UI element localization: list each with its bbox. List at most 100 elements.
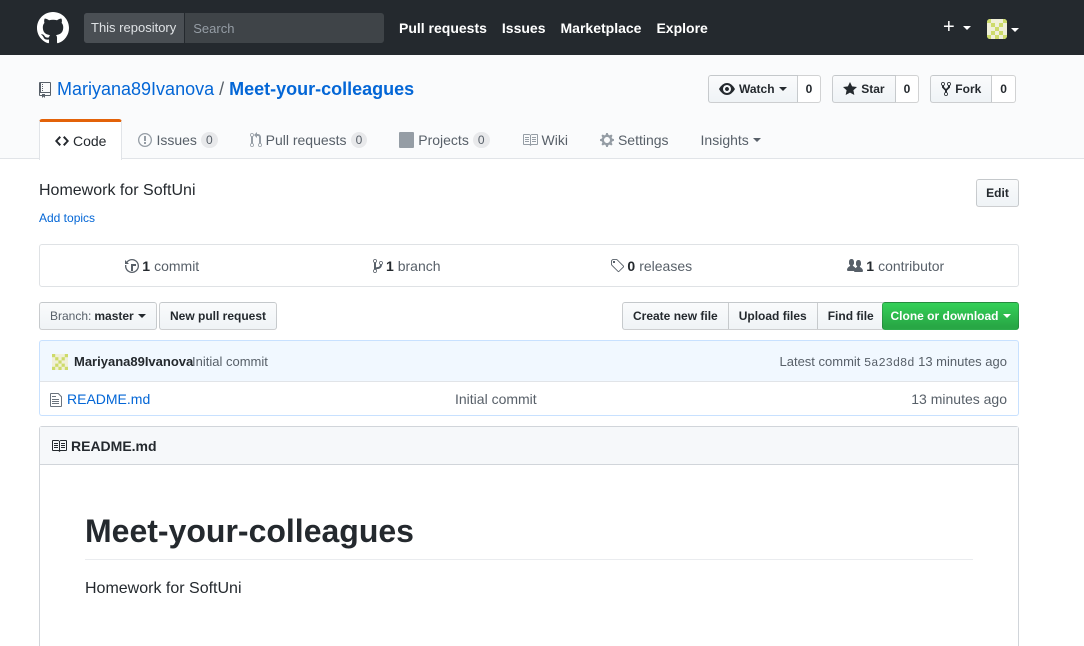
- identicon-icon: [987, 19, 1007, 39]
- watch-caret-icon: [778, 87, 787, 91]
- add-topics-link[interactable]: Add topics: [39, 211, 95, 225]
- branch-select-button[interactable]: Branch: master: [39, 302, 157, 330]
- star-icon: [843, 82, 858, 95]
- repo-nav: Code Issues 0 Pull requests 0 Projects 0…: [39, 119, 777, 160]
- watch-count[interactable]: 0: [797, 75, 822, 103]
- tab-settings-label: Settings: [617, 131, 669, 148]
- tab-settings[interactable]: Settings: [584, 119, 685, 159]
- watch-label: Watch: [739, 82, 775, 96]
- tab-pull-requests-label: Pull requests: [265, 131, 347, 148]
- edit-description-button[interactable]: Edit: [976, 179, 1019, 207]
- header-search: This repository: [84, 13, 384, 43]
- releases-count: 0: [627, 257, 636, 274]
- file-commit-message-link[interactable]: Initial commit: [455, 391, 537, 407]
- repo-separator: /: [219, 79, 225, 99]
- file-name-link[interactable]: README.md: [67, 391, 150, 407]
- tag-icon: [611, 258, 625, 272]
- project-icon: [399, 131, 415, 148]
- branch-caret-icon: [137, 314, 146, 318]
- star-count[interactable]: 0: [895, 75, 920, 103]
- upload-files-button[interactable]: Upload files: [728, 302, 818, 330]
- commit-tease: Mariyana89Ivanova Initial commit Latest …: [39, 340, 1019, 382]
- projects-counter: 0: [472, 131, 490, 148]
- book-icon: [522, 133, 538, 146]
- find-file-button[interactable]: Find file: [817, 302, 885, 330]
- avatar-caret-icon[interactable]: [1011, 28, 1019, 32]
- pulls-counter: 0: [350, 131, 368, 148]
- watch-button[interactable]: Watch: [708, 75, 798, 103]
- tab-wiki-label: Wiki: [541, 131, 568, 148]
- latest-commit-label: Latest commit: [779, 354, 861, 369]
- releases-summary[interactable]: 0 releases: [529, 245, 774, 286]
- repo-head: Mariyana89Ivanova / Meet-your-colleagues…: [0, 55, 1084, 160]
- commit-age: 13 minutes ago: [918, 354, 1007, 369]
- commit-sha-link[interactable]: 5a23d8d: [864, 356, 914, 370]
- tab-insights-label: Insights: [700, 131, 749, 148]
- search-input[interactable]: [185, 13, 384, 43]
- file-actions-group: Create new file Upload files Find file: [622, 302, 885, 330]
- clone-label: Clone or download: [890, 309, 999, 323]
- tab-code[interactable]: Code: [39, 119, 123, 160]
- commit-message-link[interactable]: Initial commit: [192, 354, 268, 369]
- readme-title: README.md: [71, 437, 157, 454]
- contributors-summary[interactable]: 1 contributor: [774, 245, 1019, 286]
- create-new-file-button[interactable]: Create new file: [622, 302, 729, 330]
- branches-summary[interactable]: 1 branch: [285, 245, 530, 286]
- eye-icon: [719, 83, 735, 95]
- tab-code-label: Code: [73, 133, 107, 149]
- tab-pull-requests[interactable]: Pull requests 0: [234, 119, 384, 159]
- nav-explore[interactable]: Explore: [656, 20, 707, 36]
- insights-caret-icon: [752, 137, 761, 142]
- user-avatar[interactable]: [987, 19, 1007, 39]
- contributors-label: contributor: [878, 257, 945, 274]
- branches-count: 1: [385, 257, 394, 274]
- pagehead-actions: Watch 0 Star 0 Fork 0: [708, 75, 1016, 103]
- clone-or-download-button[interactable]: Clone or download: [882, 302, 1019, 330]
- file-navigation: Branch: master New pull request Create n…: [39, 302, 1019, 330]
- issue-icon: [138, 132, 153, 147]
- tab-issues-label: Issues: [156, 131, 197, 148]
- tab-wiki[interactable]: Wiki: [506, 119, 584, 159]
- repo-name-link[interactable]: Meet-your-colleagues: [229, 79, 414, 100]
- plus-icon[interactable]: +: [943, 17, 955, 37]
- repo-owner-link[interactable]: Mariyana89Ivanova: [57, 79, 214, 100]
- file-age: 13 minutes ago: [911, 391, 1007, 407]
- readme-paragraph: Homework for SoftUni: [85, 580, 242, 597]
- star-group: Star 0: [832, 75, 920, 103]
- commits-summary[interactable]: 1 commit: [40, 245, 285, 286]
- latest-commit-info: Latest commit 5a23d8d 13 minutes ago: [780, 354, 1008, 370]
- nav-issues[interactable]: Issues: [502, 20, 546, 36]
- nav-pull-requests[interactable]: Pull requests: [399, 20, 487, 36]
- commits-count: 1: [142, 257, 151, 274]
- releases-label: releases: [639, 257, 693, 274]
- new-pull-request-button[interactable]: New pull request: [159, 302, 278, 330]
- commit-author-link[interactable]: Mariyana89Ivanova: [74, 354, 193, 369]
- repo-title: Mariyana89Ivanova / Meet-your-colleagues: [39, 79, 414, 100]
- readme-heading: Meet-your-colleagues: [85, 513, 973, 560]
- tab-insights[interactable]: Insights: [685, 119, 777, 159]
- tab-issues[interactable]: Issues 0: [122, 119, 233, 159]
- gear-icon: [599, 132, 614, 147]
- nav-marketplace[interactable]: Marketplace: [561, 20, 642, 36]
- fork-group: Fork 0: [930, 75, 1016, 103]
- commit-author-avatar[interactable]: [52, 354, 68, 370]
- file-table: README.md Initial commit 13 minutes ago: [39, 381, 1019, 416]
- pull-request-icon: [249, 131, 262, 147]
- identicon-icon: [52, 354, 68, 370]
- fork-count[interactable]: 0: [992, 75, 1016, 103]
- issues-counter: 0: [200, 131, 218, 148]
- global-header: This repository Pull requests Issues Mar…: [0, 0, 1084, 55]
- fork-button[interactable]: Fork: [930, 75, 993, 103]
- branches-label: branch: [397, 257, 441, 274]
- star-button[interactable]: Star: [832, 75, 896, 103]
- search-scope-label[interactable]: This repository: [84, 13, 186, 43]
- plus-caret-icon[interactable]: [963, 26, 971, 30]
- commits-label: commit: [154, 257, 200, 274]
- numbers-summary: 1 commit 1 branch 0 releases 1 contribut…: [39, 244, 1019, 287]
- tab-projects[interactable]: Projects 0: [383, 119, 505, 159]
- branch-name: master: [94, 309, 134, 323]
- history-icon: [125, 258, 140, 273]
- readme-box: README.md Meet-your-colleagues Homework …: [39, 426, 1019, 646]
- github-logo-icon[interactable]: [37, 12, 69, 44]
- fork-label: Fork: [955, 82, 982, 96]
